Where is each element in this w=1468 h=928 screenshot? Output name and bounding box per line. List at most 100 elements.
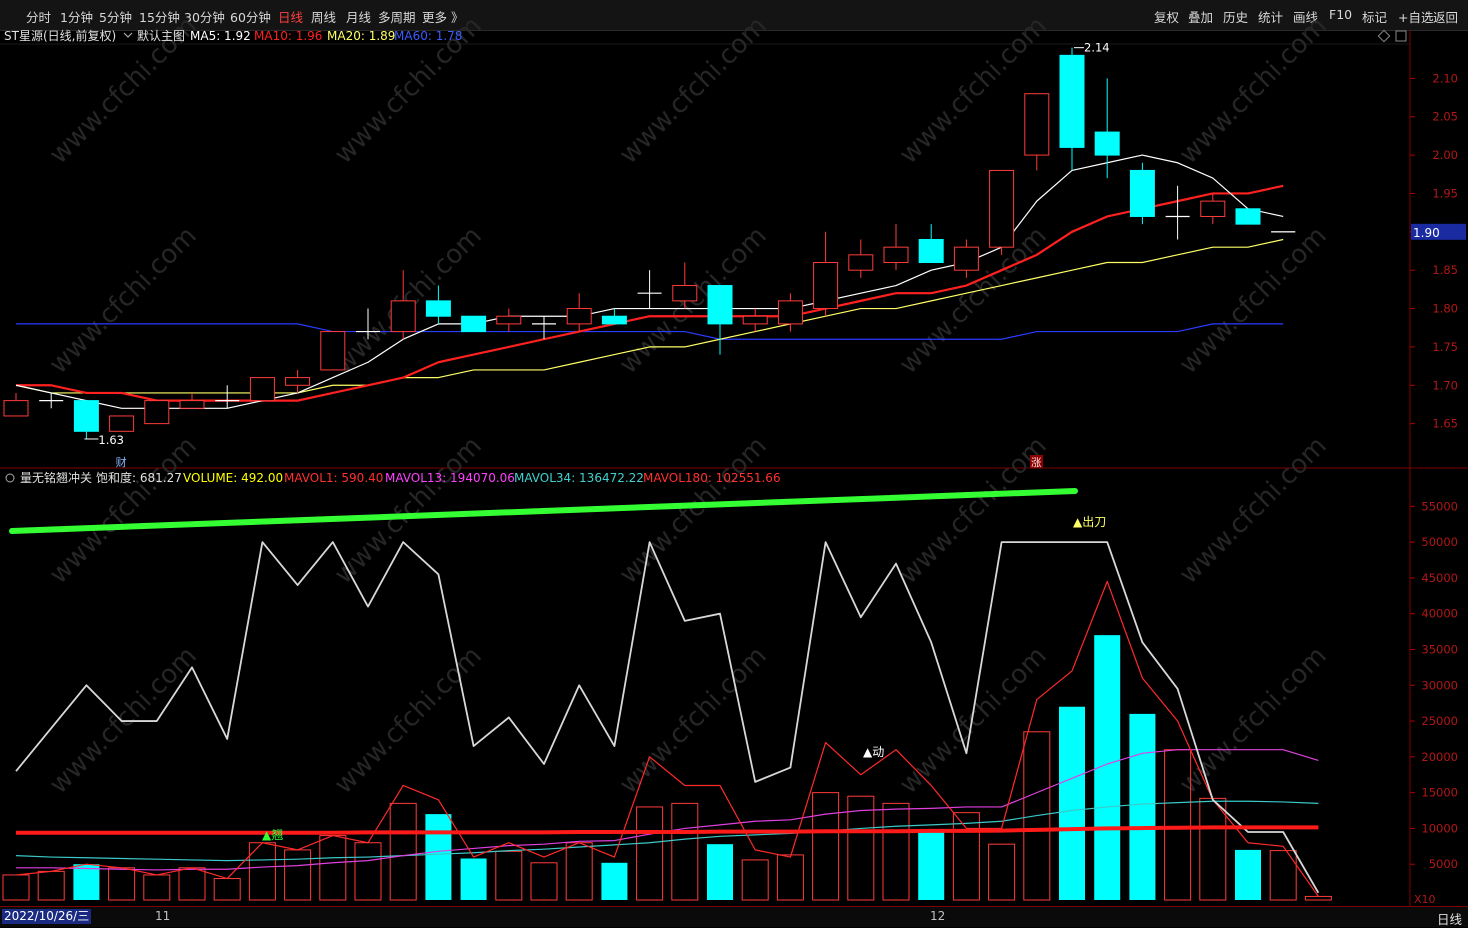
- price-tick-label-8: 1.70: [1432, 378, 1458, 392]
- candle-body-22: [777, 300, 803, 325]
- volume-bar-15: [530, 862, 558, 901]
- candle-body-5: [179, 400, 205, 409]
- candle-body-21: [742, 315, 768, 325]
- candle-body-32: [1129, 169, 1155, 217]
- green-trend-line: [9, 488, 1078, 534]
- candle-body-28: [989, 169, 1015, 248]
- candle-body-13: [461, 315, 487, 333]
- vol-tick-label-3: 40000: [1421, 607, 1458, 621]
- signal-qiao: ▲翘: [262, 828, 283, 842]
- diamond-icon: [1377, 29, 1391, 43]
- vol-tick-label-4: 35000: [1421, 642, 1458, 656]
- candle-body-0: [3, 400, 29, 417]
- volume-bar-32: [1129, 713, 1156, 900]
- volume-value: VOLUME: 492.00: [183, 471, 283, 485]
- volume-bar-10: [354, 842, 382, 901]
- candle-body-23: [813, 262, 839, 310]
- price-tick-label-7: 1.75: [1432, 340, 1458, 354]
- price-tick-label-1: 2.05: [1432, 110, 1458, 124]
- price-tick-label-9: 1.65: [1432, 417, 1458, 431]
- mavol1-value: MAVOL1: 590.40: [284, 471, 383, 485]
- volume-bar-12: [425, 814, 452, 900]
- watermark-8: www.cfchi.com: [894, 221, 1053, 380]
- volume-bar-6: [213, 878, 241, 901]
- watermark-19: www.cfchi.com: [1174, 641, 1333, 800]
- volume-bar-4: [143, 874, 171, 901]
- vol-tick-label-5: 30000: [1421, 678, 1458, 692]
- candle-body-19: [672, 285, 698, 302]
- volume-bar-17: [601, 862, 628, 900]
- ma60-value: MA60: 1.78: [394, 29, 462, 43]
- candle-body-16: [566, 308, 592, 325]
- main-chart-title: ST星源(日线,前复权): [4, 28, 116, 43]
- watermark-10: www.cfchi.com: [44, 431, 203, 590]
- main-chart-mode: 默认主图: [137, 28, 185, 43]
- ma20-value: MA20: 1.89: [327, 29, 395, 43]
- current-price-label: 1.90: [1413, 226, 1440, 240]
- candle-body-9: [320, 331, 346, 371]
- high-price-label: 2.14: [1084, 41, 1110, 55]
- volume-bar-0: [2, 874, 30, 901]
- vol-tick-label-6: 25000: [1421, 714, 1458, 728]
- candle-body-25: [883, 246, 909, 264]
- price-tick-label-5: 1.85: [1432, 263, 1458, 277]
- candle-body-26: [918, 238, 944, 264]
- vol-tick-label-2: 45000: [1421, 571, 1458, 585]
- expand-icon: [1395, 30, 1407, 42]
- price-tick-label-0: 2.10: [1432, 71, 1458, 85]
- candle-body-27: [953, 246, 979, 271]
- watermark-4: www.cfchi.com: [1174, 11, 1333, 170]
- finance-marker: 财: [116, 455, 127, 469]
- watermark-2: www.cfchi.com: [614, 11, 773, 170]
- current-date-label: 2022/10/26/三: [2, 909, 92, 924]
- volume-bar-21: [741, 859, 769, 901]
- ma10-value: MA10: 1.96: [254, 29, 322, 43]
- volume-bar-28: [988, 843, 1016, 901]
- vol-tick-label-10: 5000: [1429, 857, 1458, 871]
- volume-bar-36: [1269, 850, 1297, 901]
- saturation-value: 饱和度: 681.27: [96, 470, 182, 485]
- candle-body-12: [425, 300, 451, 317]
- indicator-settings-icon: [5, 473, 15, 483]
- candle-body-8: [285, 377, 311, 386]
- candle-body-14: [496, 315, 522, 325]
- watermark-17: www.cfchi.com: [614, 641, 773, 800]
- watermark-9: www.cfchi.com: [1174, 221, 1333, 380]
- volume-bar-16: [565, 842, 593, 901]
- volume-bar-3: [108, 867, 136, 901]
- candle-body-34: [1200, 200, 1226, 217]
- candle-body-2: [73, 400, 99, 432]
- volume-bar-14: [495, 850, 523, 901]
- volume-bar-30: [1059, 706, 1085, 900]
- signal-chudao: ▲出刀: [1073, 515, 1106, 529]
- candle-body-35: [1235, 208, 1261, 225]
- watermark-14: www.cfchi.com: [1174, 431, 1333, 590]
- candle-body-30: [1059, 54, 1085, 148]
- candle-body-20: [707, 285, 733, 325]
- candle-body-3: [109, 415, 135, 432]
- vol-tick-label-1: 50000: [1421, 535, 1458, 549]
- watermark-13: www.cfchi.com: [894, 431, 1053, 590]
- volume-bar-19: [671, 802, 699, 901]
- volume-bar-26: [918, 832, 945, 900]
- price-tick-label-6: 1.80: [1432, 302, 1458, 316]
- candle-body-7: [249, 377, 275, 402]
- volume-bar-34: [1199, 797, 1227, 901]
- watermark-11: www.cfchi.com: [329, 431, 488, 590]
- period-indicator[interactable]: 日线: [1437, 909, 1462, 928]
- mavol180-line: [16, 825, 1319, 835]
- candle-body-29: [1024, 93, 1050, 156]
- vol-tick-label-7: 20000: [1421, 750, 1458, 764]
- date-axis-bar: 2022/10/26/三 11 12 日线: [0, 906, 1468, 927]
- watermark-18: www.cfchi.com: [894, 641, 1053, 800]
- volume-bar-22: [776, 854, 804, 901]
- volume-bar-23: [812, 792, 840, 901]
- volume-bar-11: [389, 802, 417, 901]
- volume-bar-20: [707, 844, 733, 900]
- price-tick-label-3: 1.95: [1432, 186, 1458, 200]
- volume-bar-18: [636, 806, 664, 901]
- candle-body-11: [390, 300, 416, 333]
- vol-tick-label-8: 15000: [1421, 786, 1458, 800]
- volume-bar-37: [1304, 895, 1332, 901]
- stock-chart: www.cfchi.com www.cfchi.com www.cfchi.com w…: [0, 11, 1468, 906]
